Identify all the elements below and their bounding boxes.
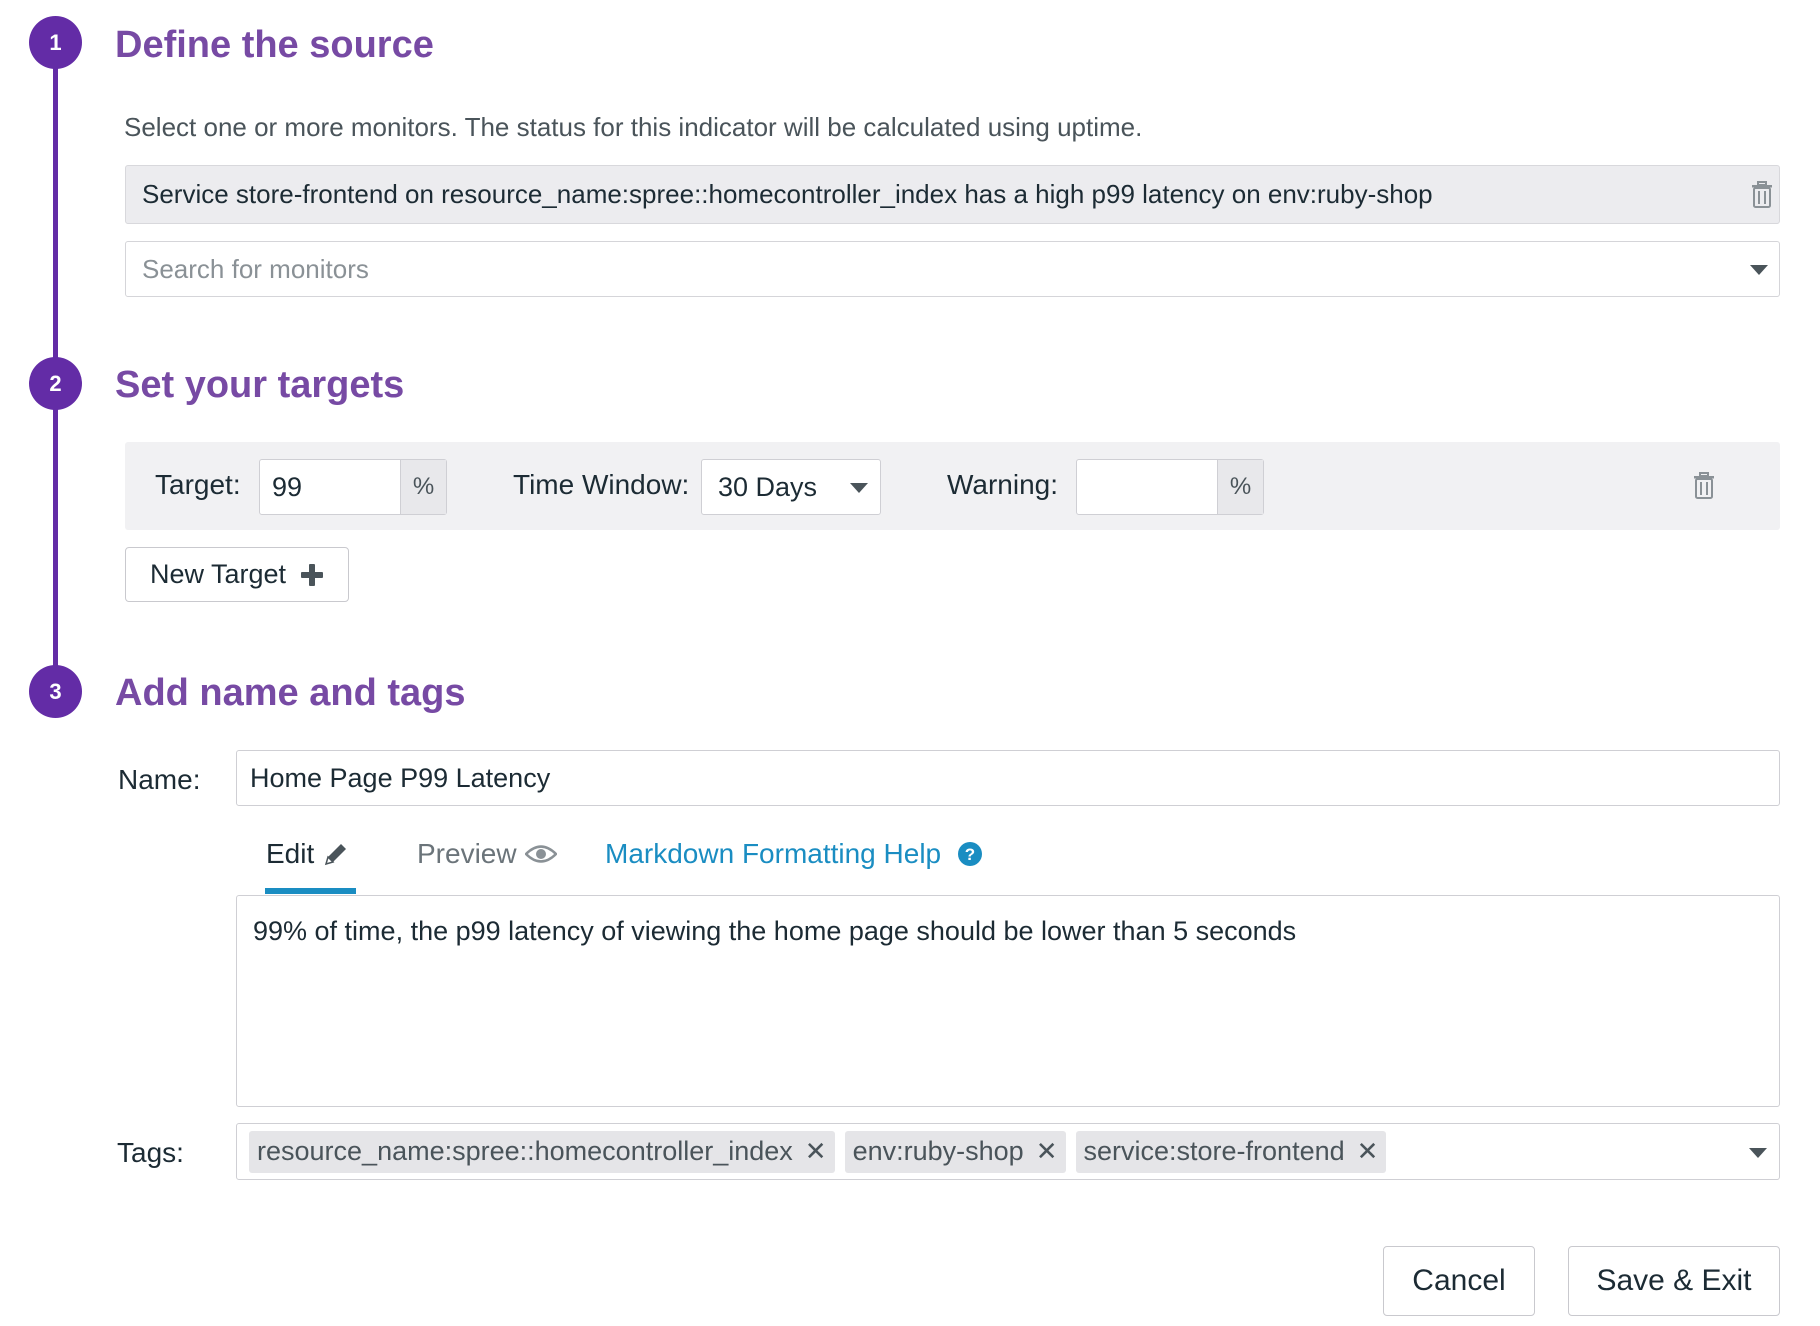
step-1-badge: 1 xyxy=(29,16,82,69)
tab-preview-label: Preview xyxy=(417,838,517,869)
pencil-icon xyxy=(325,844,347,866)
description-editor[interactable]: 99% of time, the p99 latency of viewing … xyxy=(236,895,1780,1107)
close-icon[interactable]: ✕ xyxy=(1357,1136,1379,1167)
tag-label: env:ruby-shop xyxy=(852,1136,1024,1166)
target-percent-unit: % xyxy=(400,460,446,514)
target-input[interactable]: 99 % xyxy=(259,459,447,515)
eye-icon xyxy=(524,845,557,863)
target-value[interactable]: 99 xyxy=(260,460,400,514)
caret-down-icon xyxy=(850,483,868,493)
monitor-search[interactable] xyxy=(125,241,1780,297)
warning-input[interactable]: % xyxy=(1076,459,1264,515)
save-exit-button[interactable]: Save & Exit xyxy=(1568,1246,1780,1316)
target-label: Target: xyxy=(155,469,241,500)
step-3-badge: 3 xyxy=(29,665,82,718)
slo-editor: 1 Define the source 2 Set your targets 3… xyxy=(0,0,1820,1326)
help-circle-icon: ? xyxy=(958,842,983,866)
plus-icon xyxy=(301,563,324,586)
name-field[interactable]: Home Page P99 Latency xyxy=(236,750,1780,806)
trash-icon[interactable] xyxy=(1692,472,1716,500)
markdown-help-link[interactable]: Markdown Formatting Help ? xyxy=(605,838,983,870)
caret-down-icon[interactable] xyxy=(1749,1148,1767,1158)
cancel-button[interactable]: Cancel xyxy=(1383,1246,1535,1316)
selected-monitor-label: Service store-frontend on resource_name:… xyxy=(142,179,1433,209)
new-target-label: New Target xyxy=(149,559,287,589)
time-window-label: Time Window: xyxy=(513,469,690,500)
monitor-search-input[interactable] xyxy=(142,253,1702,285)
markdown-help-label: Markdown Formatting Help xyxy=(605,838,942,869)
svg-text:?: ? xyxy=(965,845,975,864)
name-value[interactable]: Home Page P99 Latency xyxy=(250,763,550,794)
source-description: Select one or more monitors. The status … xyxy=(124,112,1143,142)
warning-value[interactable] xyxy=(1077,460,1217,514)
step-2-badge: 2 xyxy=(29,357,82,410)
selected-monitor: Service store-frontend on resource_name:… xyxy=(125,165,1780,224)
name-label: Name: xyxy=(118,764,201,795)
tag-chip: service:store-frontend ✕ xyxy=(1075,1130,1387,1173)
warning-percent-unit: % xyxy=(1217,460,1263,514)
trash-icon[interactable] xyxy=(1750,181,1774,209)
close-icon[interactable]: ✕ xyxy=(805,1136,827,1167)
tag-chip: env:ruby-shop ✕ xyxy=(844,1130,1066,1173)
caret-down-icon[interactable] xyxy=(1750,265,1768,275)
tag-chip: resource_name:spree::homecontroller_inde… xyxy=(249,1130,835,1173)
tags-label: Tags: xyxy=(117,1137,184,1168)
tab-edit-label: Edit xyxy=(266,838,315,869)
tags-field[interactable]: resource_name:spree::homecontroller_inde… xyxy=(236,1123,1780,1180)
close-icon[interactable]: ✕ xyxy=(1036,1136,1058,1167)
target-row: Target: 99 % Time Window: Warning: % xyxy=(125,442,1780,530)
tab-edit[interactable]: Edit xyxy=(266,838,350,870)
new-target-button[interactable]: New Target xyxy=(125,547,349,602)
step-2-title: Set your targets xyxy=(115,364,405,406)
tab-preview[interactable]: Preview xyxy=(417,838,557,870)
warning-label: Warning: xyxy=(947,469,1059,500)
tag-label: resource_name:spree::homecontroller_inde… xyxy=(257,1136,793,1166)
tag-label: service:store-frontend xyxy=(1083,1136,1345,1166)
time-window-select[interactable]: 30 Days xyxy=(701,459,881,515)
active-tab-indicator xyxy=(265,888,356,894)
description-text: 99% of time, the p99 latency of viewing … xyxy=(253,916,1297,946)
time-window-value: 30 Days xyxy=(718,471,818,502)
step-1-title: Define the source xyxy=(115,24,434,66)
step-3-title: Add name and tags xyxy=(115,672,466,714)
